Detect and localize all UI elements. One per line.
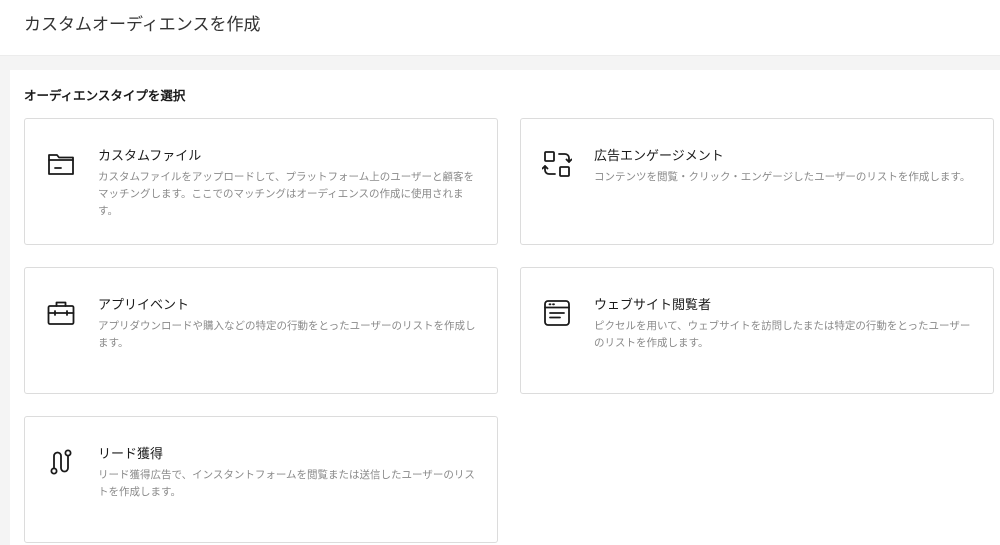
card-description: ピクセルを用いて、ウェブサイトを訪問したまたは特定の行動をとったユーザーのリスト…	[594, 320, 971, 349]
audience-type-panel: オーディエンスタイプを選択 カスタムファイル カスタムファイルをアップロードして…	[10, 70, 1000, 545]
card-description: コンテンツを閲覧・クリック・エンゲージしたユーザーのリストを作成します。	[594, 171, 971, 183]
card-title: アプリイベント	[98, 298, 190, 313]
card-description: アプリダウンロードや購入などの特定の行動をとったユーザーのリストを作成します。	[98, 320, 476, 349]
section-title: オーディエンスタイプを選択	[24, 88, 186, 103]
app-event-card[interactable]: アプリイベント アプリダウンロードや購入などの特定の行動をとったユーザーのリスト…	[24, 267, 498, 394]
card-description: カスタムファイルをアップロードして、プラットフォーム上のユーザーと顧客をマッチン…	[98, 171, 475, 217]
card-title: リード獲得	[98, 447, 164, 462]
lead-path-icon	[46, 447, 76, 477]
page-title: カスタムオーディエンスを作成	[24, 15, 261, 35]
browser-window-icon	[542, 298, 572, 328]
card-title: カスタムファイル	[98, 149, 202, 164]
ad-engagement-card[interactable]: 広告エンゲージメント コンテンツを閲覧・クリック・エンゲージしたユーザーのリスト…	[520, 118, 994, 245]
lead-generation-card[interactable]: リード獲得 リード獲得広告で、インスタントフォームを閲覧または送信したユーザーの…	[24, 416, 498, 543]
custom-file-card[interactable]: カスタムファイル カスタムファイルをアップロードして、プラットフォーム上のユーザ…	[24, 118, 498, 245]
website-visitors-card[interactable]: ウェブサイト閲覧者 ピクセルを用いて、ウェブサイトを訪問したまたは特定の行動をと…	[520, 267, 994, 394]
card-title: 広告エンゲージメント	[594, 149, 724, 164]
folder-icon	[46, 149, 76, 179]
engagement-icon	[542, 149, 572, 179]
card-description: リード獲得広告で、インスタントフォームを閲覧または送信したユーザーのリストを作成…	[98, 469, 475, 498]
card-title: ウェブサイト閲覧者	[594, 298, 712, 313]
page-header: カスタムオーディエンスを作成	[0, 0, 1000, 56]
briefcase-icon	[46, 298, 76, 328]
